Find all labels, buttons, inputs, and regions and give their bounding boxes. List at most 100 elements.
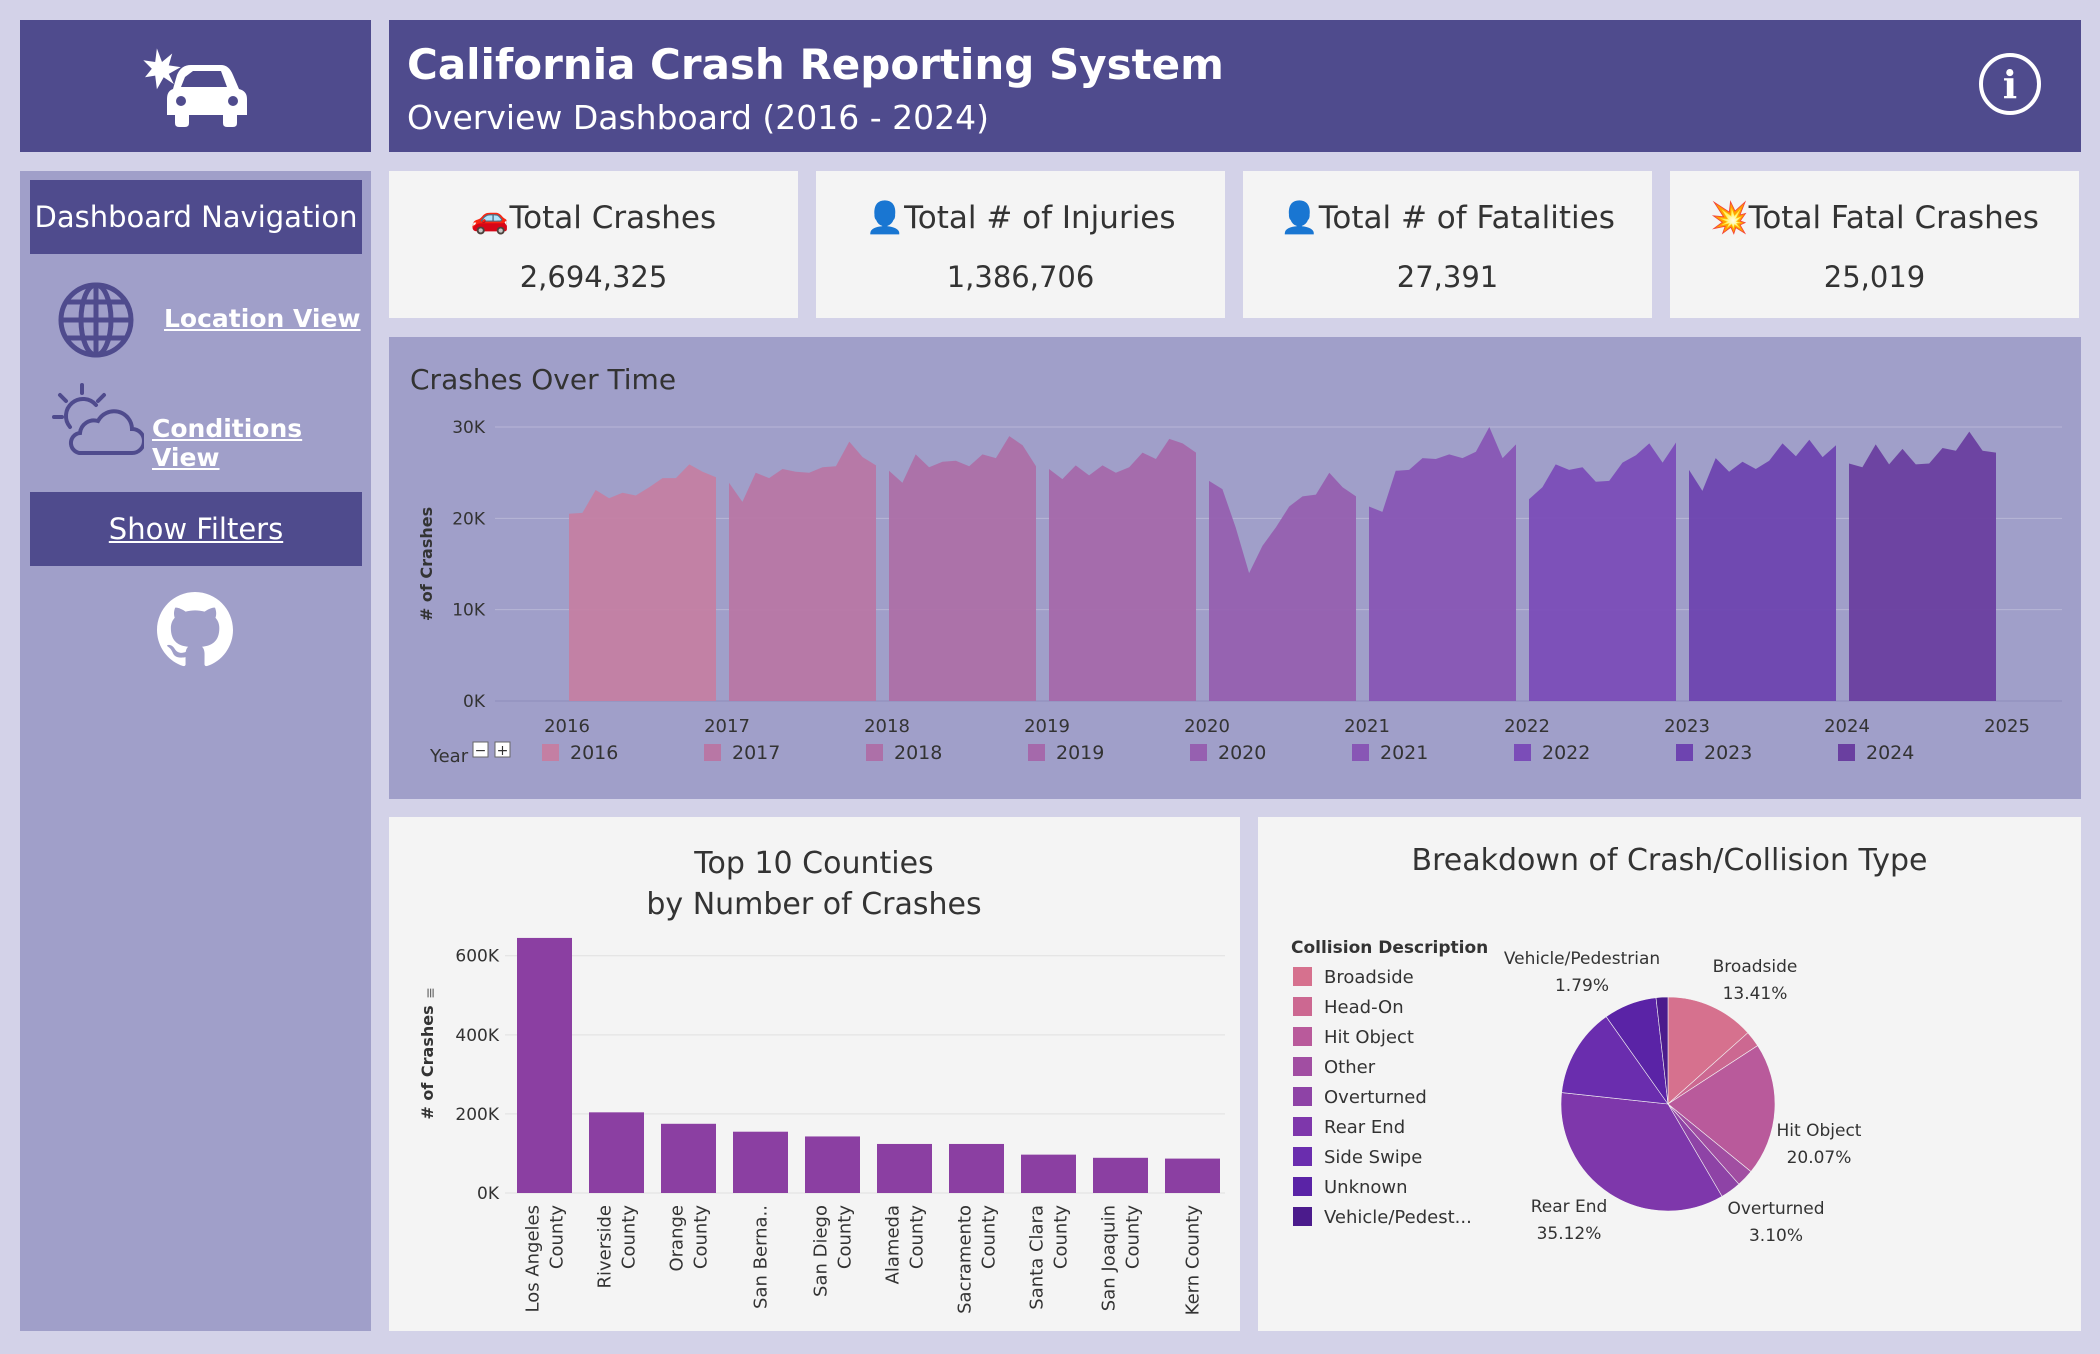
kpi-label: Total Fatal Crashes — [1748, 200, 2039, 236]
x-tick-label: County — [1051, 1205, 1072, 1269]
conditions-view-link[interactable]: Conditions View — [152, 414, 371, 472]
x-tick-label: 2017 — [704, 716, 750, 737]
legend-label: 2020 — [1218, 742, 1266, 764]
area-series-2018 — [889, 436, 1036, 701]
legend-label: 2017 — [732, 742, 780, 764]
legend-label: 2022 — [1542, 742, 1590, 764]
bar — [877, 1143, 932, 1193]
slice-percent: 3.10% — [1749, 1226, 1803, 1246]
legend-swatch — [1293, 1117, 1312, 1136]
pie-chart[interactable]: Collision Description Broadside Head-On Hit… — [1258, 817, 2081, 1331]
x-tick-label: 2018 — [864, 716, 910, 737]
legend-swatch — [1352, 744, 1369, 761]
legend-expand-button-symbol: + — [497, 743, 509, 759]
area-series-2024 — [1849, 431, 1996, 701]
x-tick-label: San Diego — [811, 1205, 832, 1297]
x-tick-label: Alameda — [883, 1205, 904, 1284]
legend-title: Year — [429, 746, 469, 767]
legend-swatch — [1190, 744, 1207, 761]
car-icon: 🚗 — [470, 200, 510, 236]
github-icon[interactable] — [157, 592, 233, 668]
location-view-link[interactable]: Location View — [164, 304, 361, 333]
legend-label: Other — [1324, 1057, 1376, 1078]
x-tick-label: Riverside — [595, 1205, 616, 1289]
area-series-2022 — [1529, 442, 1676, 701]
x-tick-label: County — [691, 1205, 712, 1269]
x-tick-label: County — [619, 1205, 640, 1269]
area-series-2019 — [1049, 438, 1196, 701]
legend-swatch — [1676, 744, 1693, 761]
kpi-total-fatalities: 👤Total # of Fatalities 27,391 — [1243, 171, 1652, 318]
area-series-2017 — [729, 441, 876, 701]
legend-label: 2019 — [1056, 742, 1104, 764]
x-tick-label: 2022 — [1504, 716, 1550, 737]
kpi-value: 25,019 — [1823, 260, 1926, 294]
legend-swatch — [1293, 1057, 1312, 1076]
title-banner: California Crash Reporting System Overvi… — [389, 20, 2081, 152]
legend-label: 2016 — [570, 742, 618, 764]
bar — [517, 937, 572, 1193]
bar — [949, 1143, 1004, 1193]
y-tick-label: 0K — [463, 692, 486, 712]
legend-swatch — [1293, 1087, 1312, 1106]
x-tick-label: County — [979, 1205, 1000, 1269]
globe-icon[interactable] — [56, 280, 136, 360]
legend-swatch — [704, 744, 721, 761]
show-filters-button[interactable]: Show Filters — [30, 492, 362, 566]
legend-label: Overturned — [1324, 1087, 1427, 1108]
x-tick-label: 2021 — [1344, 716, 1390, 737]
x-tick-label: Sacramento — [955, 1205, 976, 1314]
legend-swatch — [1293, 1147, 1312, 1166]
top-counties-panel: Top 10 Counties by Number of Crashes 0K 200… — [389, 817, 1240, 1331]
legend-label: 2021 — [1380, 742, 1428, 764]
slice-label: Rear End — [1531, 1197, 1608, 1217]
bar — [733, 1131, 788, 1193]
area-series-2020 — [1209, 472, 1356, 701]
legend-collapse-button-symbol: − — [475, 743, 487, 759]
legend-label: Hit Object — [1324, 1027, 1414, 1048]
y-tick-label: 10K — [452, 601, 486, 621]
bar — [1165, 1158, 1220, 1193]
legend-swatch — [1293, 1027, 1312, 1046]
slice-label: Vehicle/Pedestrian — [1504, 949, 1660, 969]
x-tick-label: County — [835, 1205, 856, 1269]
area-series-2021 — [1369, 427, 1516, 701]
nav-title: Dashboard Navigation — [30, 180, 362, 254]
sidebar: Dashboard Navigation Location View Condi… — [20, 171, 371, 1331]
sort-icon: ≡ — [423, 987, 439, 999]
weather-icon[interactable] — [52, 383, 144, 459]
legend-title: Collision Description — [1291, 938, 1488, 958]
y-axis-label: # of Crashes — [418, 1005, 437, 1119]
person-icon: 👤 — [865, 200, 905, 236]
slice-percent: 35.12% — [1537, 1224, 1602, 1244]
kpi-total-injuries: 👤Total # of Injuries 1,386,706 — [816, 171, 1225, 318]
x-tick-label: 2020 — [1184, 716, 1230, 737]
kpi-total-fatal-crashes: 💥Total Fatal Crashes 25,019 — [1670, 171, 2079, 318]
y-tick-label: 0K — [477, 1184, 500, 1204]
legend-label: 2024 — [1866, 742, 1914, 764]
x-tick-label: Kern County — [1183, 1205, 1204, 1316]
collision-icon: 💥 — [1710, 200, 1749, 236]
info-button[interactable]: i — [1979, 53, 2041, 115]
x-tick-label: Orange — [667, 1205, 688, 1272]
slice-percent: 1.79% — [1555, 976, 1609, 996]
area-series-2016 — [569, 464, 716, 701]
bar — [661, 1123, 716, 1193]
legend-swatch — [1838, 744, 1855, 761]
legend-swatch — [1293, 967, 1312, 986]
y-tick-label: 20K — [452, 509, 486, 529]
bar-chart[interactable]: Top 10 Counties by Number of Crashes 0K 200… — [389, 817, 1240, 1331]
area-chart[interactable]: 0K 10K 20K 30K # of Crashes 2016 2017 2018 2019 2… — [389, 337, 2081, 799]
x-tick-label: 2023 — [1664, 716, 1710, 737]
x-tick-label: 2019 — [1024, 716, 1070, 737]
car-crash-icon — [142, 48, 247, 127]
legend-swatch — [542, 744, 559, 761]
x-tick-label: 2024 — [1824, 716, 1870, 737]
bar — [1021, 1154, 1076, 1193]
x-tick-label: San Joaquin — [1099, 1205, 1120, 1311]
slice-label: Broadside — [1713, 957, 1798, 977]
legend-label: Broadside — [1324, 967, 1414, 988]
y-tick-label: 30K — [452, 418, 486, 438]
info-icon: i — [2002, 61, 2018, 107]
legend-label: 2018 — [894, 742, 942, 764]
